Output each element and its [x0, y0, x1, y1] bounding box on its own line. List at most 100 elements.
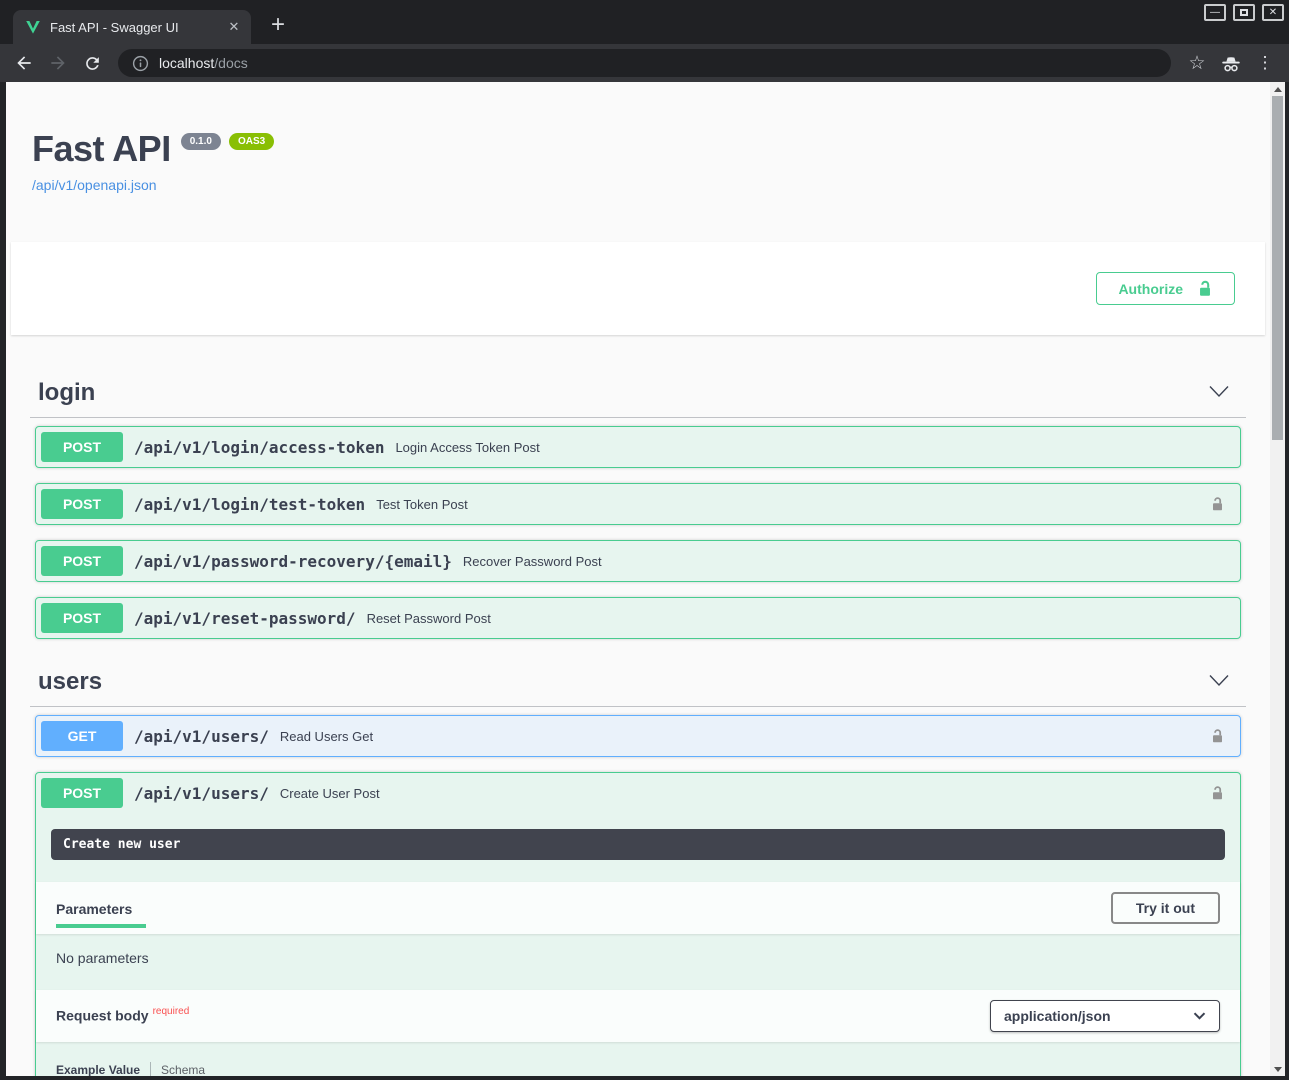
auth-lock-button[interactable] — [1210, 727, 1225, 745]
required-label: required — [153, 1006, 190, 1017]
unlock-icon — [1210, 495, 1225, 513]
unlock-icon — [1210, 727, 1225, 745]
scheme-container: Authorize — [11, 242, 1265, 335]
method-badge: POST — [41, 489, 123, 519]
api-section-users: users GET/api/v1/users/Read Users Get POST… — [6, 654, 1270, 1076]
badges: 0.1.0 OAS3 — [181, 133, 274, 150]
forward-button[interactable] — [44, 49, 72, 77]
parameters-header: Parameters Try it out — [36, 882, 1240, 934]
opblock-post-/api/v1/reset-password/: POST/api/v1/reset-password/Reset Passwor… — [35, 597, 1241, 639]
url-path: /docs — [214, 55, 247, 71]
unlock-icon — [1197, 279, 1213, 298]
method-badge: POST — [41, 546, 123, 576]
opblock-summary[interactable]: POST/api/v1/users/Create User Post — [36, 773, 1240, 813]
minimize-button[interactable]: — — [1204, 4, 1226, 21]
model-example: Example Value Schema { — [36, 1042, 1240, 1076]
scrollbar-up-arrow[interactable] — [1270, 82, 1285, 96]
opblock-summary[interactable]: GET/api/v1/users/Read Users Get — [36, 716, 1240, 756]
opblock-post-/api/v1/users/: POST/api/v1/users/Create User Post Creat… — [35, 772, 1241, 1076]
minimize-icon: — — [1210, 8, 1220, 18]
try-it-out-button[interactable]: Try it out — [1111, 892, 1220, 924]
opblock-summary[interactable]: POST/api/v1/login/access-tokenLogin Acce… — [36, 427, 1240, 467]
forward-arrow-icon — [48, 53, 68, 73]
oas-badge: OAS3 — [229, 133, 274, 150]
maximize-icon — [1240, 9, 1248, 16]
opblock-summary[interactable]: POST/api/v1/login/test-token Test Token P… — [36, 484, 1240, 524]
parameters-tab: Parameters — [56, 883, 132, 933]
example-tabs: Example Value Schema — [56, 1062, 1220, 1076]
endpoint-path: /api/v1/password-recovery/{email} — [134, 552, 452, 571]
opblock-summary[interactable]: POST/api/v1/reset-password/Reset Passwor… — [36, 598, 1240, 638]
tab-example-value[interactable]: Example Value — [56, 1063, 140, 1077]
opblock-post-/api/v1/login/test-token: POST/api/v1/login/test-token Test Token P… — [35, 483, 1241, 525]
section-header-users[interactable]: users — [30, 654, 1246, 707]
opblock-summary[interactable]: POST/api/v1/password-recovery/{email} Rec… — [36, 541, 1240, 581]
chevron-down-icon — [1208, 383, 1230, 400]
section-collapse-chevron[interactable] — [1206, 670, 1232, 694]
new-tab-button[interactable]: + — [265, 11, 291, 39]
tab-schema[interactable]: Schema — [161, 1063, 205, 1077]
close-icon: ✕ — [1269, 8, 1277, 18]
content-type-select[interactable]: application/json — [990, 1000, 1220, 1032]
endpoint-summary: Create User Post — [280, 786, 380, 801]
page-viewport: Fast API 0.1.0 OAS3 /api/v1/openapi.json… — [0, 82, 1289, 1080]
tab-close-icon[interactable]: ✕ — [225, 18, 243, 36]
unlock-icon — [1210, 784, 1225, 802]
browser-menu-icon[interactable]: ⋮ — [1251, 49, 1279, 77]
scrollbar-thumb[interactable] — [1272, 96, 1283, 440]
browser-navbar: localhost/docs ☆ ⋮ — [0, 44, 1289, 82]
browser-window: Fast API - Swagger UI ✕ + — ✕ localhost/… — [0, 0, 1289, 1080]
endpoint-summary: Test Token Post — [376, 497, 468, 512]
section-collapse-chevron[interactable] — [1206, 381, 1232, 405]
no-parameters-text: No parameters — [36, 934, 1240, 990]
content-type-value: application/json — [1004, 1008, 1111, 1024]
maximize-button[interactable] — [1233, 4, 1255, 21]
scrollbar-down-arrow[interactable] — [1270, 1062, 1285, 1076]
browser-tab[interactable]: Fast API - Swagger UI ✕ — [13, 10, 251, 44]
reload-icon — [83, 54, 102, 73]
opblock-get-/api/v1/users/: GET/api/v1/users/Read Users Get — [35, 715, 1241, 757]
incognito-icon — [1217, 49, 1245, 77]
scrollbar-track[interactable] — [1270, 96, 1285, 1062]
auth-lock-button[interactable] — [1210, 495, 1225, 513]
bookmark-star-icon[interactable]: ☆ — [1183, 49, 1211, 77]
version-badge: 0.1.0 — [181, 133, 221, 150]
scrollbar[interactable] — [1270, 82, 1285, 1076]
swagger-page: Fast API 0.1.0 OAS3 /api/v1/openapi.json… — [6, 82, 1270, 1076]
section-header-login[interactable]: login — [30, 365, 1246, 418]
reload-button[interactable] — [78, 49, 106, 77]
url-bar[interactable]: localhost/docs — [118, 49, 1171, 77]
endpoint-path: /api/v1/users/ — [134, 784, 269, 803]
section-tag-name: users — [38, 668, 102, 696]
method-badge: GET — [41, 721, 123, 751]
back-arrow-icon — [14, 53, 34, 73]
method-badge: POST — [41, 778, 123, 808]
endpoint-summary: Recover Password Post — [463, 554, 602, 569]
close-button[interactable]: ✕ — [1262, 4, 1284, 21]
back-button[interactable] — [10, 49, 38, 77]
request-body-header: Request bodyrequired application/json — [36, 990, 1240, 1042]
endpoint-summary: Read Users Get — [280, 729, 373, 744]
tab-title: Fast API - Swagger UI — [50, 20, 216, 35]
site-info-icon[interactable] — [132, 55, 149, 72]
window-controls: — ✕ — [1204, 4, 1284, 21]
chevron-down-icon — [1193, 1012, 1206, 1020]
url-text: localhost/docs — [159, 55, 248, 71]
vite-favicon-icon — [25, 19, 41, 35]
endpoint-path: /api/v1/login/test-token — [134, 495, 365, 514]
authorize-button[interactable]: Authorize — [1096, 272, 1235, 305]
method-badge: POST — [41, 432, 123, 462]
auth-lock-button[interactable] — [1210, 784, 1225, 802]
endpoint-path: /api/v1/login/access-token — [134, 438, 384, 457]
request-body-label-group: Request bodyrequired — [56, 1006, 189, 1025]
openapi-spec-link[interactable]: /api/v1/openapi.json — [32, 177, 157, 193]
api-section-login: login POST/api/v1/login/access-tokenLogin… — [6, 365, 1270, 639]
page-title: Fast API — [32, 130, 171, 168]
api-info: Fast API 0.1.0 OAS3 /api/v1/openapi.json — [6, 82, 1270, 195]
url-host: localhost — [159, 55, 214, 71]
api-sections: login POST/api/v1/login/access-tokenLogin… — [6, 365, 1270, 1076]
endpoint-path: /api/v1/reset-password/ — [134, 609, 356, 628]
section-tag-name: login — [38, 379, 95, 407]
opblock-post-/api/v1/password-recovery/{email}: POST/api/v1/password-recovery/{email} Rec… — [35, 540, 1241, 582]
endpoint-summary: Reset Password Post — [367, 611, 491, 626]
